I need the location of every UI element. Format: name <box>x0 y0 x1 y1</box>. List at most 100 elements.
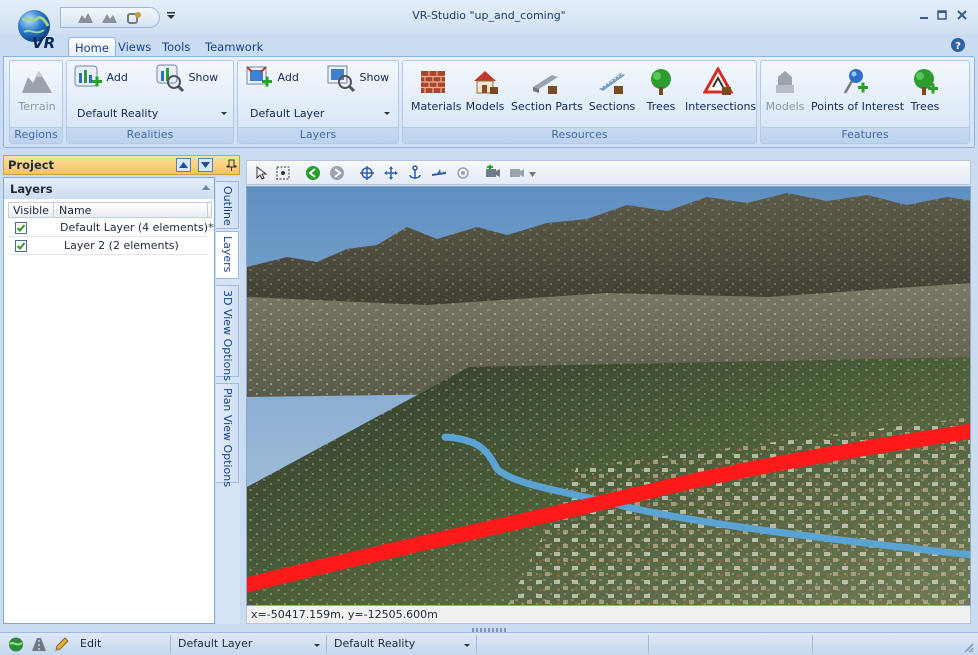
add-layer-icon <box>246 66 272 87</box>
materials-label: Materials <box>411 100 462 113</box>
tab-layers[interactable]: Layers <box>216 231 239 279</box>
status-layer[interactable]: Default Layer <box>178 637 252 650</box>
reality-combo[interactable]: Default Reality <box>77 105 227 123</box>
app-logo-icon[interactable]: VR <box>14 8 58 52</box>
status-mode: Edit <box>80 637 102 650</box>
pushpin-icon <box>843 69 868 94</box>
feature-trees-button[interactable]: Trees <box>905 67 945 113</box>
column-visible[interactable]: Visible <box>13 204 49 217</box>
pan-icon[interactable] <box>383 165 399 181</box>
beam-icon <box>533 75 558 94</box>
intersections-button[interactable]: Intersections <box>685 67 756 113</box>
view-toolbar <box>246 160 971 185</box>
resource-trees-label: Trees <box>646 100 676 113</box>
resize-grip-icon[interactable] <box>962 641 974 653</box>
status-divider <box>648 635 649 653</box>
maximize-icon[interactable] <box>934 7 950 23</box>
close-icon[interactable] <box>954 7 970 23</box>
group-label-resources: Resources <box>403 127 756 143</box>
layer-name: Default Layer (4 elements)* <box>60 221 214 234</box>
house-icon <box>474 71 498 94</box>
camera-icon[interactable] <box>509 165 525 181</box>
back-icon[interactable] <box>305 165 321 181</box>
select-pointer-icon[interactable] <box>253 165 269 181</box>
column-name[interactable]: Name <box>59 204 91 217</box>
tab-layers-label: Layers <box>221 236 234 273</box>
tab-plan-view-options-label: Plan View Options <box>221 388 234 487</box>
feature-models-label: Models <box>765 100 805 113</box>
pin-icon[interactable] <box>224 158 239 172</box>
group-label-features: Features <box>761 127 969 143</box>
tab-plan-view-options[interactable]: Plan View Options <box>216 383 239 487</box>
section-parts-button[interactable]: Section Parts <box>511 67 583 113</box>
layer-combo[interactable]: Default Layer <box>250 105 390 123</box>
road-tool-icon[interactable] <box>30 636 48 653</box>
side-tab-strip: Outline Layers 3D View Options Plan View… <box>216 177 240 624</box>
edit-pencil-icon[interactable] <box>53 636 71 653</box>
group-regions: Terrain Regions <box>9 60 63 144</box>
globe-icon[interactable] <box>7 636 25 653</box>
group-label-layers: Layers <box>238 127 398 143</box>
status-divider <box>170 635 171 653</box>
column-divider[interactable] <box>207 203 208 217</box>
group-features: Models Points of Interest Trees Features <box>760 60 970 144</box>
tab-outline-label: Outline <box>221 186 234 226</box>
table-row[interactable]: Layer 2 (2 elements) <box>8 237 208 255</box>
section-parts-label: Section Parts <box>511 100 583 113</box>
walk-icon[interactable] <box>455 165 471 181</box>
orbit-icon[interactable] <box>359 165 375 181</box>
move-up-icon[interactable] <box>176 158 191 172</box>
tab-views[interactable]: Views <box>112 37 157 57</box>
tab-home[interactable]: Home <box>68 37 116 57</box>
terrain-scene[interactable] <box>247 187 971 606</box>
checkmark-icon <box>16 224 26 232</box>
group-label-regions: Regions <box>10 127 62 143</box>
move-down-icon[interactable] <box>198 158 213 172</box>
add-layer-button[interactable]: Add <box>244 63 299 93</box>
sections-button[interactable]: Sections <box>587 67 637 113</box>
help-icon[interactable]: ? <box>950 37 966 53</box>
points-of-interest-button[interactable]: Points of Interest <box>811 67 904 113</box>
anchor-icon[interactable] <box>407 165 423 181</box>
show-reality-icon <box>156 64 185 93</box>
tab-outline[interactable]: Outline <box>216 181 239 229</box>
table-row[interactable]: Default Layer (4 elements)* <box>8 219 214 237</box>
terrain-icon <box>22 71 52 93</box>
tab-teamwork[interactable]: Teamwork <box>199 37 269 57</box>
feature-models-button[interactable]: Models <box>765 67 805 113</box>
points-of-interest-label: Points of Interest <box>811 100 905 113</box>
add-reality-label: Add <box>106 71 128 84</box>
status-reality[interactable]: Default Reality <box>334 637 415 650</box>
resource-trees-button[interactable]: Trees <box>641 67 681 113</box>
visible-checkbox[interactable] <box>15 222 27 234</box>
show-layer-button[interactable]: Show <box>326 63 389 93</box>
terrain-button[interactable]: Terrain <box>14 67 60 113</box>
chevron-down-icon[interactable] <box>529 172 536 177</box>
tab-tools[interactable]: Tools <box>156 37 196 57</box>
ribbon-tabs: Home Views Tools Teamwork ? <box>0 34 978 57</box>
column-divider[interactable] <box>53 203 54 217</box>
chevron-down-icon[interactable] <box>314 644 320 647</box>
3d-viewport[interactable] <box>246 186 971 606</box>
chevron-down-icon[interactable] <box>464 644 470 647</box>
model-icon <box>776 71 794 93</box>
terrain-label: Terrain <box>18 100 56 113</box>
tab-3d-view-options[interactable]: 3D View Options <box>216 285 239 381</box>
fly-icon[interactable] <box>431 165 447 181</box>
visible-checkbox[interactable] <box>15 240 27 252</box>
layer-name: Layer 2 (2 elements) <box>64 239 179 252</box>
forward-icon[interactable] <box>329 165 345 181</box>
materials-button[interactable]: Materials <box>411 67 461 113</box>
svg-text:VR: VR <box>32 34 55 52</box>
add-reality-button[interactable]: Add <box>73 63 128 93</box>
minimize-icon[interactable] <box>916 7 932 23</box>
status-divider <box>476 635 477 653</box>
box-select-icon[interactable] <box>275 165 291 181</box>
warning-sign-icon <box>703 67 733 95</box>
ribbon: Terrain Regions Add Show Default Reality <box>3 56 975 148</box>
status-divider <box>326 635 327 653</box>
show-reality-button[interactable]: Show <box>155 63 218 93</box>
resource-models-button[interactable]: Models <box>465 67 505 113</box>
chevron-up-icon[interactable] <box>202 184 210 190</box>
add-viewpoint-icon[interactable] <box>485 165 501 181</box>
